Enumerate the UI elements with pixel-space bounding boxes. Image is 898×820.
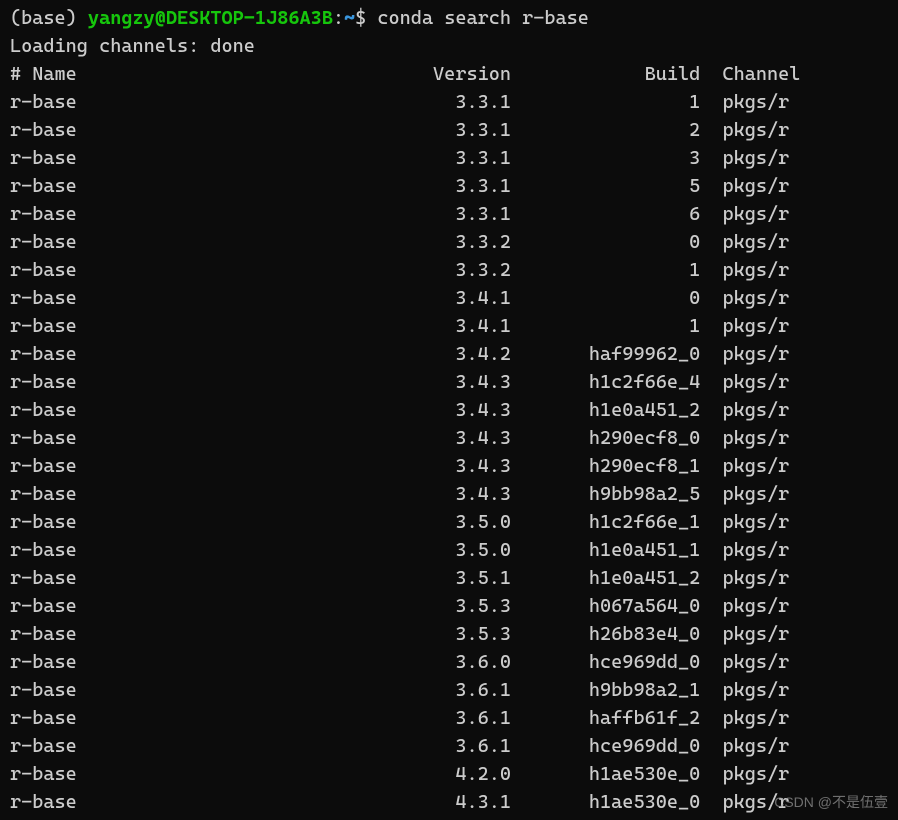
terminal-output: (base) yangzy@DESKTOP-1J86A3B:~$ conda s… bbox=[10, 4, 888, 816]
loading-line: Loading channels: done bbox=[10, 32, 888, 60]
prompt-dollar: $ bbox=[355, 7, 377, 29]
prompt-line[interactable]: (base) yangzy@DESKTOP-1J86A3B:~$ conda s… bbox=[10, 4, 888, 32]
prompt-colon: : bbox=[333, 7, 344, 29]
conda-env: (base) bbox=[10, 7, 88, 29]
results-table: # Name Version Build Channel r-base 3.3.… bbox=[10, 60, 888, 816]
user-host: yangzy@DESKTOP-1J86A3B bbox=[88, 7, 333, 29]
cwd-path: ~ bbox=[344, 7, 355, 29]
command-text: conda search r-base bbox=[377, 7, 589, 29]
